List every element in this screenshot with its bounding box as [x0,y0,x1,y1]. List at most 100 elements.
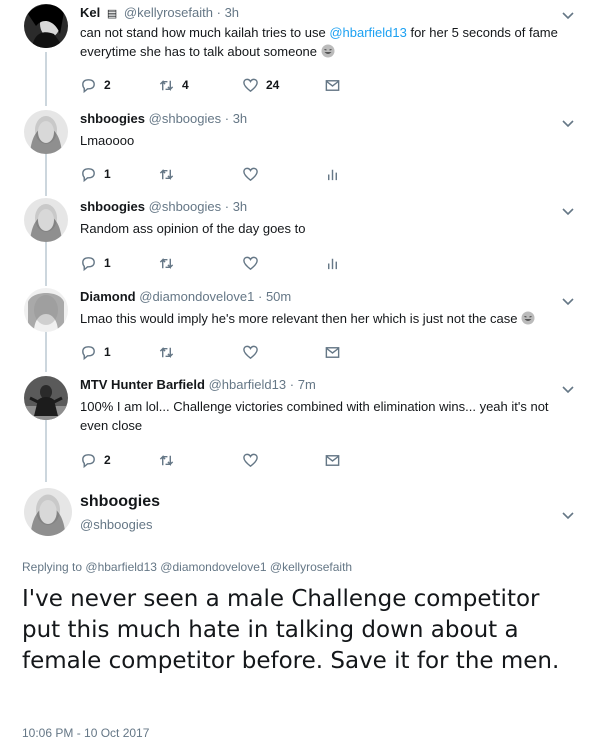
tweet[interactable]: shboogies @shboogies · 3h Lmaoooo 1 [0,110,589,190]
reply-icon [82,256,95,271]
reply-icon [82,453,95,468]
tweet-text-part: can not stand how much kailah tries to u… [80,25,330,40]
display-name[interactable]: Diamond [80,289,136,304]
analytics-button[interactable] [324,165,341,183]
message-icon [325,346,340,358]
retweet-icon [159,346,174,358]
heart-icon [243,256,258,270]
reply-button[interactable]: 1 [80,343,111,361]
replying-to: Replying to @hbarfield13 @diamondovelove… [22,560,352,574]
chevron-down-icon[interactable] [561,508,575,522]
reply-icon [82,345,95,360]
reply-mention[interactable]: @hbarfield13 [85,560,157,574]
like-button[interactable] [242,343,259,361]
laughing-emoji-icon [321,44,335,58]
separator: · [224,111,230,126]
avatar[interactable] [24,288,68,332]
direct-message-button[interactable] [324,343,341,361]
heart-icon [243,167,258,181]
retweet-button[interactable] [158,165,175,183]
heart-icon [243,453,258,467]
chevron-down-icon[interactable] [561,382,575,396]
tweet[interactable]: MTV Hunter Barfield @hbarfield13 · 7m 10… [0,376,589,476]
reply-mention[interactable]: @diamondovelove1 [160,560,266,574]
tweet-text-part: Lmao this would imply he's more relevant… [80,311,518,326]
retweet-icon [159,454,174,466]
tweet-timestamp[interactable]: 10:06 PM - 10 Oct 2017 [22,726,149,740]
message-icon [325,79,340,91]
tweet[interactable]: shboogies @shboogies · 3h Random ass opi… [0,198,589,278]
tweet-time[interactable]: 3h [225,5,239,20]
avatar[interactable] [24,110,68,154]
separator: · [216,5,221,20]
reply-count: 1 [104,167,111,181]
mention-link[interactable]: @hbarfield13 [329,25,407,40]
replying-label: Replying to [22,560,83,574]
user-handle[interactable]: @hbarfield13 [209,377,287,392]
reply-count: 2 [104,453,111,467]
reply-button[interactable]: 1 [80,165,111,183]
heart-icon [243,78,258,92]
retweet-button[interactable] [158,254,175,272]
avatar[interactable] [24,376,68,420]
display-name[interactable]: MTV Hunter Barfield [80,377,205,392]
reply-count: 2 [104,78,111,92]
retweet-button[interactable] [158,451,175,469]
retweet-count: 4 [182,78,189,92]
display-name[interactable]: Kel [80,5,100,20]
display-name[interactable]: shboogies [80,199,145,214]
retweet-icon [159,168,174,180]
display-name[interactable]: shboogies [80,492,160,512]
analytics-button[interactable] [324,254,341,272]
heart-icon [243,345,258,359]
tweet-text: Lmao this would imply he's more relevant… [80,309,570,328]
separator: · [224,199,230,214]
tweet[interactable]: Kel ▤ @kellyrosefaith · 3h can not stand… [0,4,589,104]
like-button[interactable]: 24 [242,76,279,94]
chevron-down-icon[interactable] [561,8,575,22]
reply-button[interactable]: 2 [80,76,111,94]
main-tweet-text: I've never seen a male Challenge competi… [22,586,560,674]
tweet-text: Random ass opinion of the day goes to [80,221,306,236]
message-icon [325,454,340,466]
avatar[interactable] [24,488,72,536]
chevron-down-icon[interactable] [561,204,575,218]
tweet-time[interactable]: 50m [266,289,291,304]
chevron-down-icon[interactable] [561,294,575,308]
reply-button[interactable]: 2 [80,451,111,469]
tweet-time[interactable]: 3h [233,111,247,126]
chevron-down-icon[interactable] [561,116,575,130]
user-handle[interactable]: @diamondovelove1 [139,289,254,304]
analytics-icon [328,258,337,269]
tweet-text: can not stand how much kailah tries to u… [80,23,570,61]
user-handle[interactable]: @shboogies [80,516,152,533]
avatar[interactable] [24,198,68,242]
like-button[interactable] [242,165,259,183]
tweet[interactable]: Diamond @diamondovelove1 · 50m Lmao this… [0,288,589,368]
display-name[interactable]: shboogies [80,111,145,126]
retweet-icon [159,257,174,269]
direct-message-button[interactable] [324,76,341,94]
user-handle[interactable]: @shboogies [149,111,221,126]
reply-icon [82,167,95,182]
user-handle[interactable]: @kellyrosefaith [124,5,213,20]
like-button[interactable] [242,254,259,272]
lock-icon: ▤ [106,8,118,20]
retweet-button[interactable]: 4 [158,76,189,94]
retweet-button[interactable] [158,343,175,361]
like-button[interactable] [242,451,259,469]
reply-count: 1 [104,345,111,359]
main-tweet[interactable]: shboogies @shboogies Replying to @hbarfi… [0,488,589,748]
reply-button[interactable]: 1 [80,254,111,272]
direct-message-button[interactable] [324,451,341,469]
reply-icon [82,78,95,93]
tweet-time[interactable]: 3h [233,199,247,214]
reply-mention[interactable]: @kellyrosefaith [270,560,352,574]
analytics-icon [328,169,337,180]
tweet-time[interactable]: 7m [298,377,316,392]
avatar[interactable] [24,4,68,48]
user-handle[interactable]: @shboogies [149,199,221,214]
tweet-text: Lmaoooo [80,133,135,148]
separator: · [257,289,263,304]
retweet-icon [159,79,174,91]
